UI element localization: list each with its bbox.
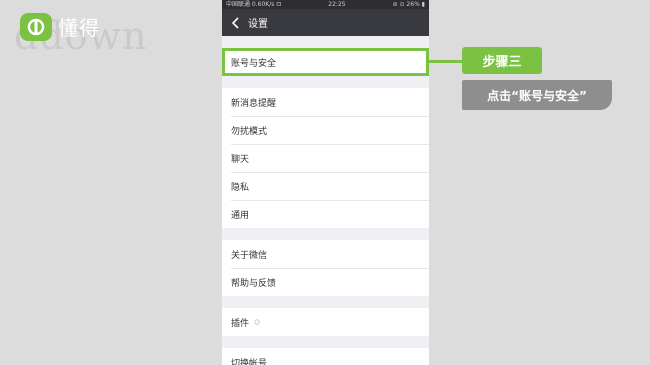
settings-item-help-feedback[interactable]: 帮助与反馈 xyxy=(222,268,429,296)
settings-item-privacy[interactable]: 隐私 xyxy=(222,172,429,200)
settings-item-label: 帮助与反馈 xyxy=(231,278,277,289)
settings-item-notifications[interactable]: 新消息提醒 xyxy=(222,88,429,116)
status-indicators: ⊘ ⊙ 26% ▮ xyxy=(392,1,425,8)
about-group: 关于微信 帮助与反馈 xyxy=(222,240,429,296)
callout-connector xyxy=(429,60,463,63)
account-group: 账号与安全 xyxy=(222,48,429,76)
settings-item-chat[interactable]: 聊天 xyxy=(222,144,429,172)
title-bar: 设置 xyxy=(222,9,429,36)
settings-item-label: 隐私 xyxy=(231,182,250,193)
step-instruction: 点击“账号与安全” xyxy=(462,80,612,110)
settings-item-label: 切换帐号 xyxy=(231,358,268,365)
back-arrow-icon[interactable] xyxy=(230,16,242,30)
plugins-group: 插件 xyxy=(222,308,429,336)
settings-item-label: 新消息提醒 xyxy=(231,98,277,109)
status-time: 22:25 xyxy=(328,1,346,8)
status-carrier: 中国联通 0.60K/s ⊡ xyxy=(226,1,282,8)
step-badge: 步骤三 xyxy=(462,47,542,74)
settings-item-label: 插件 xyxy=(231,318,250,329)
brand-name: 懂得 xyxy=(58,16,100,40)
settings-item-label: 勿扰模式 xyxy=(231,126,268,137)
logo-icon xyxy=(20,12,52,41)
settings-item-general[interactable]: 通用 xyxy=(222,200,429,228)
settings-item-account-security[interactable]: 账号与安全 xyxy=(222,48,429,76)
phone-screen: 中国联通 0.60K/s ⊡ 22:25 ⊘ ⊙ 26% ▮ 设置 账号与安全 … xyxy=(222,0,429,365)
settings-item-label: 通用 xyxy=(231,210,250,221)
status-bar: 中国联通 0.60K/s ⊡ 22:25 ⊘ ⊙ 26% ▮ xyxy=(222,0,429,9)
page-title: 设置 xyxy=(248,19,268,30)
switch-account-group: 切换帐号 xyxy=(222,348,429,365)
brand-logo: 懂得 xyxy=(20,12,100,41)
settings-item-label: 账号与安全 xyxy=(231,58,277,69)
settings-item-label: 聊天 xyxy=(231,154,250,165)
settings-item-about[interactable]: 关于微信 xyxy=(222,240,429,268)
settings-item-label: 关于微信 xyxy=(231,250,268,261)
plugin-pin-icon xyxy=(254,319,260,325)
settings-item-switch-account[interactable]: 切换帐号 xyxy=(222,348,429,365)
settings-item-do-not-disturb[interactable]: 勿扰模式 xyxy=(222,116,429,144)
settings-item-plugins[interactable]: 插件 xyxy=(222,308,429,336)
general-group: 新消息提醒 勿扰模式 聊天 隐私 通用 xyxy=(222,88,429,228)
